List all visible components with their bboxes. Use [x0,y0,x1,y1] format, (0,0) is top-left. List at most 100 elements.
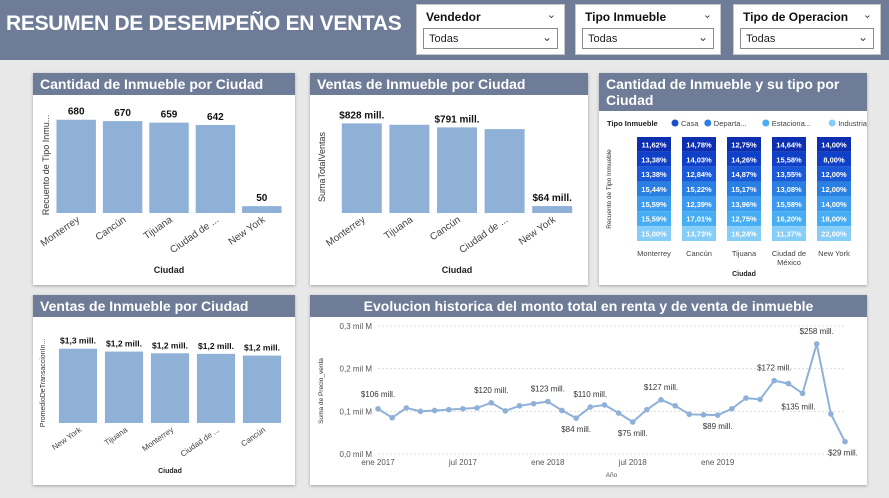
x-tick-label: ene 2019 [701,458,735,467]
legend-marker [828,119,836,127]
x-tick-label: ene 2018 [531,458,565,467]
x-tick-label: New York [818,249,850,258]
chevron-down-icon[interactable]: ⌄ [703,8,712,21]
data-point [389,414,395,421]
x-tick-label: jul 2017 [448,458,478,467]
legend-label: Departa... [714,119,747,128]
data-point [530,400,537,407]
panel-title: Ventas de Inmueble por Ciudad [33,295,295,317]
panel-cantidad-por-ciudad[interactable]: Cantidad de Inmueble por Ciudad 680 Monte… [33,73,295,285]
legend-title: Tipo Inmueble [607,119,658,128]
segment-label: 14,64% [776,140,802,149]
data-label: $258 mill. [800,327,834,336]
bar-2 [102,121,143,213]
data-label: $135 mill. [781,402,815,411]
x-tick-label: México [777,258,801,267]
slicer-value: Todas [588,33,618,45]
panel-title: Evolucion historica del monto total en r… [310,295,867,317]
bar-chart-ventas: $828 mill. Monterrey Tijuana $791 mill. Canc… [317,110,573,275]
x-tick-label: Cancún [686,249,712,258]
data-label: $75 mill. [618,429,648,438]
bar-4 [484,129,525,213]
bar-1 [341,123,382,213]
x-axis-title: Ciudad [158,468,182,475]
panel-ventas-por-ciudad[interactable]: Ventas de Inmueble por Ciudad $828 mill.… [310,73,588,285]
data-label: $1,2 mill. [198,341,234,351]
segment-label: 14,78% [686,140,712,149]
data-label: $828 mill. [339,110,384,121]
data-point [644,406,650,413]
data-label: 659 [161,110,178,121]
panel-evolucion-historica[interactable]: Evolucion historica del monto total en r… [310,295,867,485]
x-tick-label: New York [50,425,84,452]
panel-title: Cantidad de Inmueble y su tipo por Ciuda… [599,73,867,111]
segment-label: 14,00% [821,140,847,149]
bar-3 [150,353,190,423]
chevron-down-icon: ⌄ [697,30,708,44]
data-point [573,415,579,421]
chevron-down-icon: ⌄ [857,30,868,44]
data-label: $110 mill. [573,390,607,399]
segment-label: 14,03% [686,155,712,164]
data-point [615,410,622,416]
data-label: 670 [114,108,131,119]
chevron-down-icon[interactable]: ⌄ [547,8,556,21]
data-label: 680 [68,107,85,118]
chevron-down-icon[interactable]: ⌄ [863,8,872,21]
page-title: RESUMEN DE DESEMPEÑO EN VENTAS [6,12,402,35]
segment-label: 15,44% [641,185,667,194]
slicer-dropdown[interactable]: Todas ⌄ [423,28,558,49]
panel-tipo-por-ciudad[interactable]: Cantidad de Inmueble y su tipo por Ciuda… [599,73,867,285]
slicer-tipo-operacion[interactable]: Tipo de Operacion ⌄ Todas ⌄ [733,4,881,55]
data-point [460,405,466,412]
data-label: $123 mill. [531,385,565,394]
slicer-label: Vendedor [426,10,481,24]
slicer-label: Tipo Inmueble [585,10,667,24]
data-point [545,398,551,405]
data-label: $64 mill. [532,193,572,204]
panel-promedio-por-ciudad[interactable]: Ventas de Inmueble por Ciudad $1,3 mill.… [33,295,295,485]
segment-label: 14,26% [731,155,757,164]
slicer-dropdown[interactable]: Todas ⌄ [582,28,714,49]
data-point [516,402,523,409]
x-tick-label: ene 2017 [361,458,395,467]
data-label: 642 [207,112,224,123]
data-label: $106 mill. [361,390,395,399]
x-tick-label: Tijuana [732,249,757,258]
legend-label: Industrial [838,119,867,128]
data-label: $120 mill. [474,386,508,395]
panel-title: Ventas de Inmueble por Ciudad [310,73,588,95]
x-axis-title: Año [606,472,618,479]
x-axis-title: Ciudad [442,265,473,275]
x-tick-label: Ciudad de ... [179,425,221,458]
data-point [375,405,381,412]
slicer-vendedor[interactable]: Vendedor ⌄ Todas ⌄ [416,4,565,55]
data-point [757,396,763,403]
segment-label: 11,37% [776,230,801,239]
data-label: $29 mill. [828,449,858,458]
segment-label: 15,22% [686,185,712,194]
segment-label: 8,00% [823,155,845,164]
segment-label: 12,39% [686,200,712,209]
segment-label: 16,20% [776,215,802,224]
y-axis-title: Recuento de Tipo Inmu... [41,115,51,216]
bar-chart-promedio: $1,3 mill. New York $1,2 mill. Tijuana $1,2 … [40,336,282,475]
x-tick-label: Monterrey [324,214,367,249]
data-label: $89 mill. [703,422,733,431]
segment-label: 13,73% [686,230,712,239]
slicer-dropdown[interactable]: Todas ⌄ [740,28,874,49]
legend-label: Estaciona... [772,119,811,128]
segment-label: 15,00% [641,230,667,239]
data-point [743,395,749,401]
slicer-tipo-inmueble[interactable]: Tipo Inmueble ⌄ Todas ⌄ [575,4,721,55]
segment-label: 13,38% [641,155,667,164]
data-point [445,406,452,413]
data-point [828,411,834,417]
x-tick-label: Tijuana [382,214,415,242]
data-label: $127 mill. [644,383,678,392]
x-tick-label: Ciudad de [772,249,806,258]
line-chart-evolucion: 0,0 mil M0,1 mil M0,2 mil M0,3 mil Mene … [318,322,858,479]
data-point [785,380,792,387]
y-tick-label: 0,3 mil M [340,322,373,331]
x-tick-label: Ciudad de ... [458,214,511,256]
